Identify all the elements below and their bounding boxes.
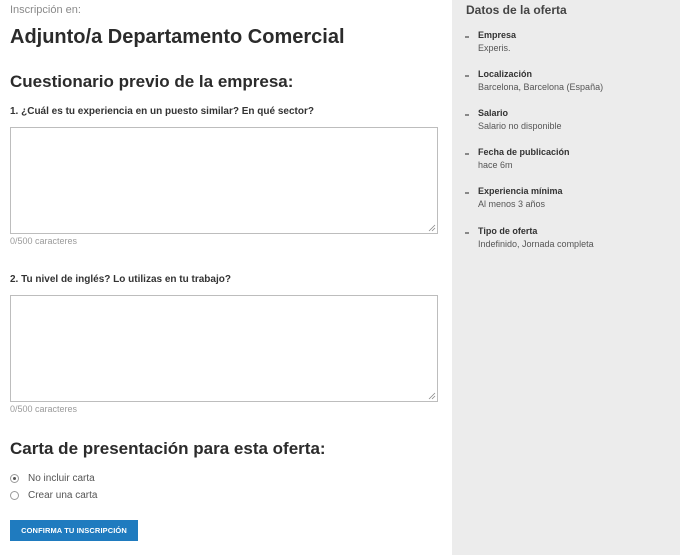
offer-item-label: Empresa (478, 30, 517, 40)
question-1-counter: 0/500 caracteres (10, 236, 78, 246)
bullet-icon (465, 36, 469, 38)
confirm-inscription-button[interactable]: CONFIRMA TU INSCRIPCIÓN (10, 520, 138, 541)
bullet-icon (465, 232, 469, 234)
offer-item-label: Salario (478, 108, 509, 118)
offer-item-value: Indefinido, Jornada completa (478, 239, 594, 249)
radio-unselected-icon[interactable] (10, 491, 19, 500)
resize-grip-icon[interactable] (428, 392, 436, 400)
cover-letter-option-label: Crear una carta (28, 490, 98, 501)
resize-grip-icon[interactable] (428, 224, 436, 232)
application-form: Inscripción en: Adjunto/a Departamento C… (0, 0, 452, 555)
question-2-answer[interactable] (10, 295, 438, 402)
question-1-answer[interactable] (10, 127, 438, 234)
cover-letter-option-none[interactable]: No incluir carta (10, 473, 95, 484)
offer-item-label: Tipo de oferta (478, 226, 538, 236)
offer-item-value: hace 6m (478, 160, 513, 170)
cover-letter-option-label: No incluir carta (28, 473, 95, 484)
questionnaire-title: Cuestionario previo de la empresa: (10, 72, 294, 91)
cover-letter-title: Carta de presentación para esta oferta: (10, 439, 326, 458)
offer-details-panel: Datos de la oferta Empresa Experis. Loca… (452, 0, 680, 555)
cover-letter-option-create[interactable]: Crear una carta (10, 490, 97, 501)
job-title: Adjunto/a Departamento Comercial (10, 26, 345, 48)
offer-item-value: Experis. (478, 43, 511, 53)
bullet-icon (465, 114, 469, 116)
offer-item-label: Localización (478, 69, 533, 79)
offer-item-label: Fecha de publicación (478, 147, 570, 157)
offer-details-title: Datos de la oferta (466, 3, 567, 17)
bullet-icon (465, 192, 469, 194)
bullet-icon (465, 153, 469, 155)
offer-item-label: Experiencia mínima (478, 186, 563, 196)
offer-item-value: Barcelona, Barcelona (España) (478, 82, 604, 92)
radio-selected-icon[interactable] (10, 474, 19, 483)
question-2-counter: 0/500 caracteres (10, 404, 78, 414)
offer-item-value: Al menos 3 años (478, 199, 546, 209)
bullet-icon (465, 75, 469, 77)
question-1-label: 1. ¿Cuál es tu experiencia en un puesto … (10, 106, 314, 117)
inscripcion-label: Inscripción en: (10, 4, 81, 16)
offer-item-value: Salario no disponible (478, 121, 562, 131)
question-2-label: 2. Tu nivel de inglés? Lo utilizas en tu… (10, 274, 231, 285)
